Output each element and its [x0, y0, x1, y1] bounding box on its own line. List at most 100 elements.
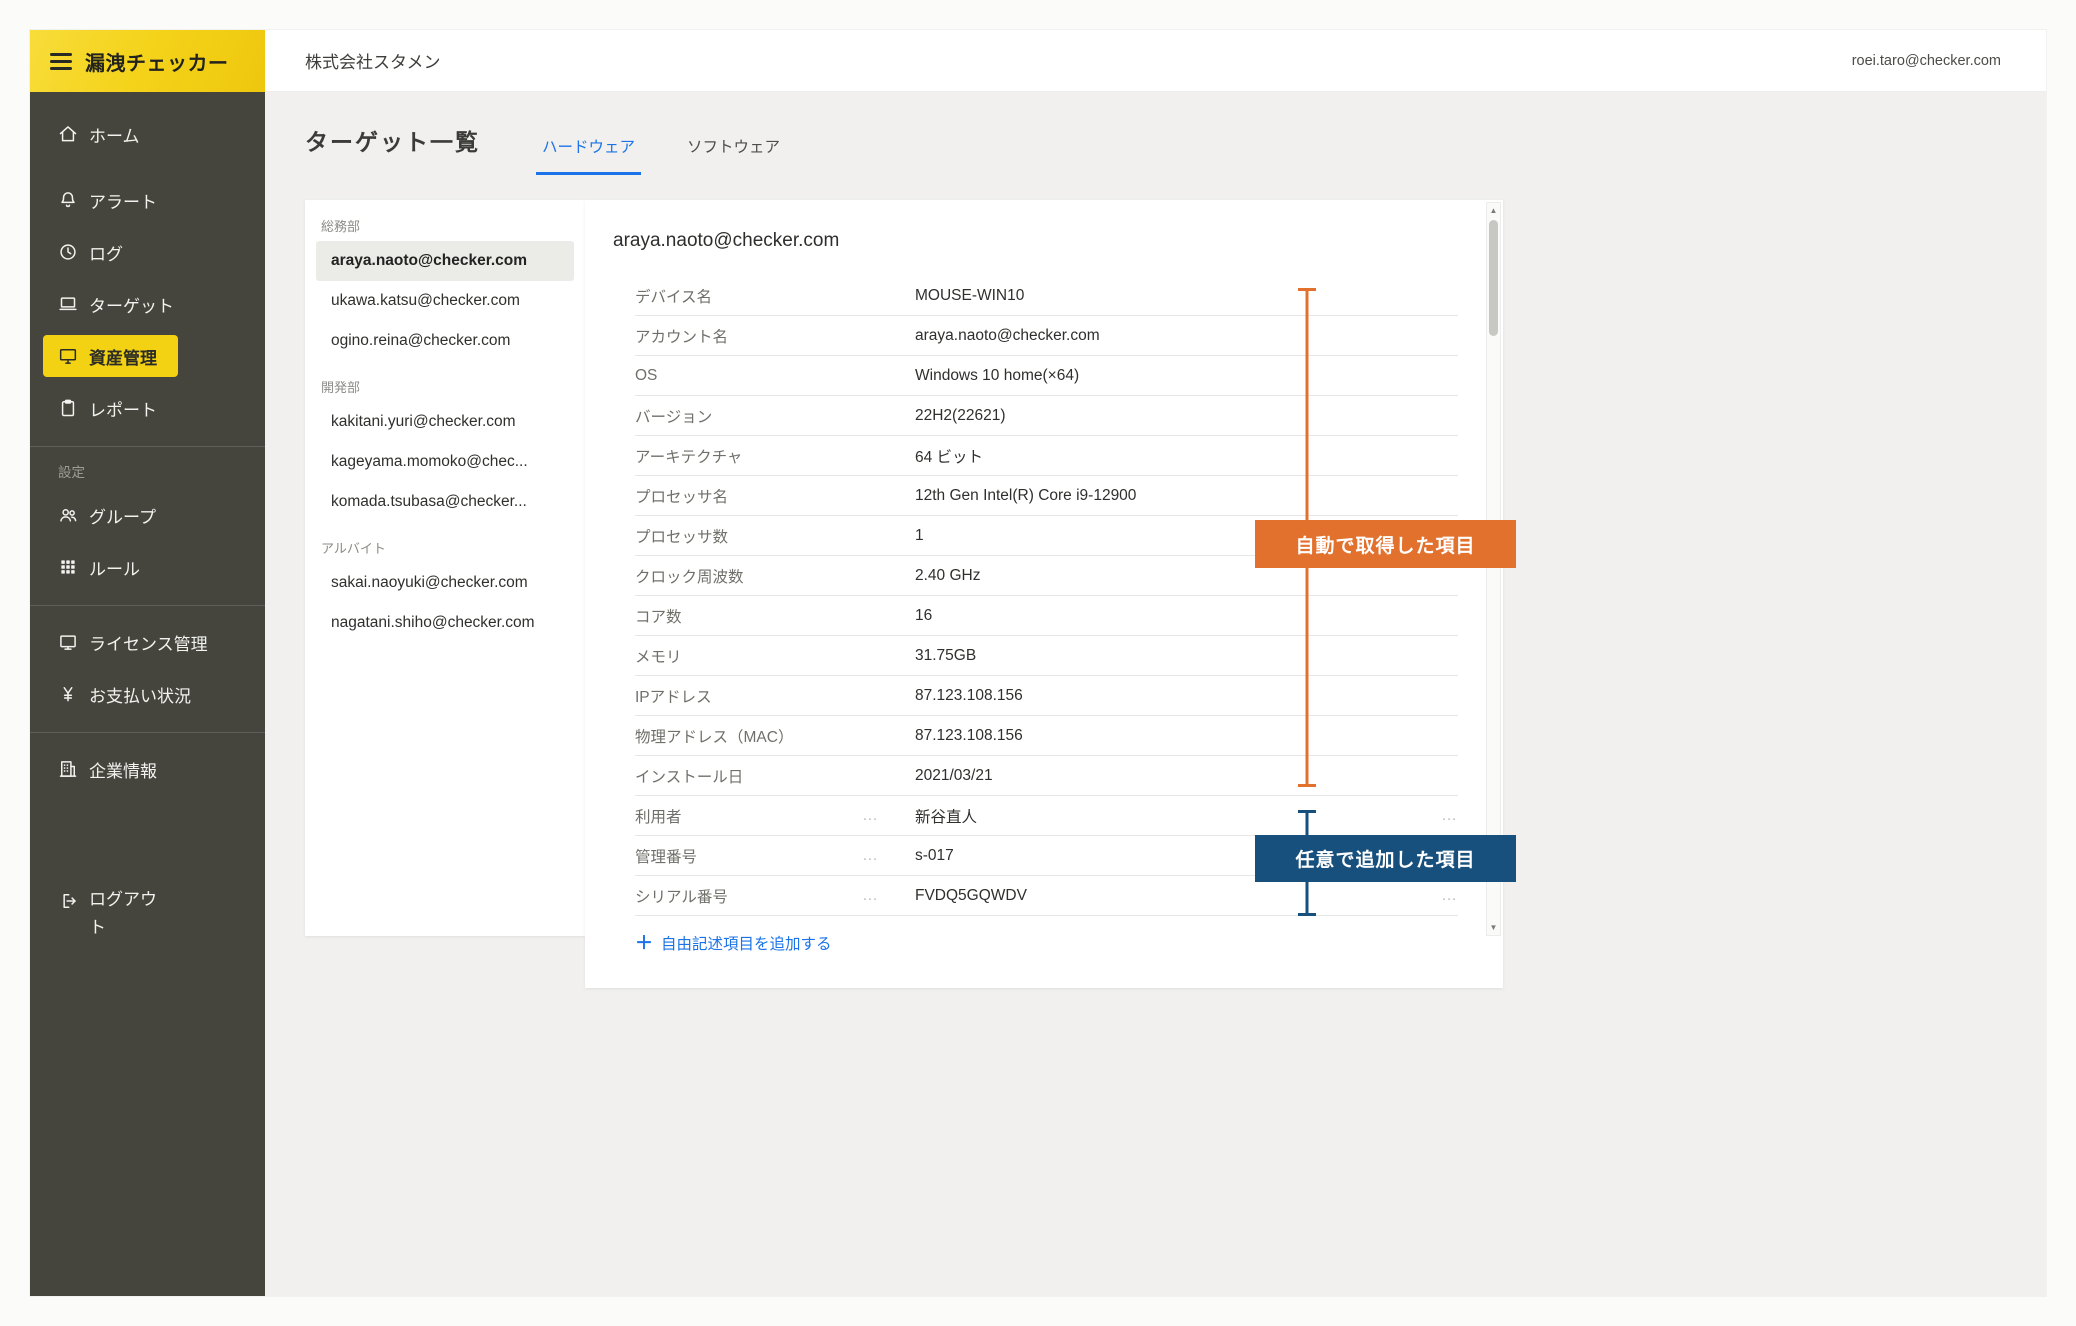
user-list-item[interactable]: sakai.naoyuki@checker.com [316, 563, 574, 603]
sidebar-item-report[interactable]: レポート [30, 382, 265, 434]
row-value: 1 [915, 527, 924, 545]
app-window: 漏洩チェッカー ホームアラートログターゲット資産管理レポート設定グループルールラ… [30, 30, 2046, 1296]
detail-row: OSWindows 10 home(×64) [635, 356, 1458, 396]
row-label: メモリ [635, 645, 915, 667]
sidebar-item-target[interactable]: ターゲット [30, 278, 265, 330]
detail-row: アーキテクチャ64 ビット [635, 436, 1458, 476]
sidebar-item-label: グループ [89, 503, 156, 528]
row-value: 新谷直人 [915, 805, 977, 827]
row-label: 物理アドレス（MAC） [635, 725, 915, 747]
user-email[interactable]: roei.taro@checker.com [1852, 53, 2001, 69]
title-row: ターゲット一覧 ハードウェアソフトウェア [305, 126, 786, 175]
tab-hardware[interactable]: ハードウェア [536, 135, 641, 175]
sidebar-item-label: アラート [89, 188, 157, 213]
user-list-item[interactable]: komada.tsubasa@checker... [316, 482, 574, 522]
sidebar-item-alert[interactable]: アラート [30, 174, 265, 226]
row-label-text: IPアドレス [635, 685, 712, 707]
tab-bar: ハードウェアソフトウェア [536, 126, 786, 175]
sidebar-item-label: ログ [89, 240, 123, 265]
sidebar-item-log[interactable]: ログ [30, 226, 265, 278]
auto-items-annotation: 自動で取得した項目 [1255, 520, 1516, 568]
hamburger-menu-icon[interactable] [50, 53, 72, 70]
sidebar-item-group[interactable]: グループ [30, 489, 265, 541]
sidebar-item-label: 資産管理 [89, 344, 157, 369]
row-label-text: メモリ [635, 645, 682, 667]
row-label-text: バージョン [635, 405, 712, 427]
row-value: 64 ビット [915, 445, 983, 467]
home-icon [58, 124, 78, 144]
sidebar-item-license-management[interactable]: ライセンス管理 [30, 616, 265, 668]
row-label-text: プロセッサ数 [635, 525, 728, 547]
sidebar-item-rule[interactable]: ルール [30, 541, 265, 593]
row-label-text: コア数 [635, 605, 682, 627]
scrollbar[interactable]: ▲ ▼ [1486, 202, 1501, 936]
laptop-icon [58, 294, 78, 314]
sidebar-item-home[interactable]: ホーム [30, 108, 265, 160]
top-header: 株式会社スタメン roei.taro@checker.com [265, 30, 2046, 92]
row-label: バージョン [635, 405, 915, 427]
row-label-menu-icon[interactable]: … [862, 808, 879, 824]
sidebar-item-logout[interactable]: ログアウト [60, 886, 163, 942]
row-label: アカウント名 [635, 325, 915, 347]
row-label: プロセッサ数 [635, 525, 915, 547]
custom-items-annotation: 任意で追加した項目 [1255, 835, 1516, 882]
clock-icon [58, 242, 78, 262]
clipboard-icon [58, 398, 78, 418]
sidebar: 漏洩チェッカー ホームアラートログターゲット資産管理レポート設定グループルールラ… [30, 30, 265, 1296]
target-user-list: 総務部 araya.naoto@checker.comukawa.katsu@ch… [305, 200, 585, 936]
scrollbar-down-icon[interactable]: ▼ [1487, 920, 1500, 935]
sidebar-item-label: ライセンス管理 [89, 630, 208, 655]
sidebar-nav: ホームアラートログターゲット資産管理レポート設定グループルールライセンス管理お支… [30, 92, 265, 795]
user-list-item[interactable]: ukawa.katsu@checker.com [316, 281, 574, 321]
sidebar-section: アラートログターゲット資産管理レポート [30, 174, 265, 434]
row-label-text: クロック周波数 [635, 565, 744, 587]
row-label: インストール日 [635, 765, 915, 787]
content-area: ターゲット一覧 ハードウェアソフトウェア 総務部 araya.naoto@chec… [265, 92, 2046, 1296]
row-label: 管理番号… [635, 845, 915, 867]
scrollbar-up-icon[interactable]: ▲ [1487, 203, 1500, 218]
row-label: デバイス名 [635, 285, 915, 307]
main-column: 株式会社スタメン roei.taro@checker.com ターゲット一覧 ハ… [265, 30, 2046, 1296]
row-value: Windows 10 home(×64) [915, 367, 1079, 385]
row-label: コア数 [635, 605, 915, 627]
detail-row: コア数 16 [635, 596, 1458, 636]
sidebar-section-heading: 設定 [30, 457, 265, 489]
row-menu-icon[interactable]: … [1429, 888, 1458, 904]
row-value: 2021/03/21 [915, 767, 993, 785]
row-label: プロセッサ名 [635, 485, 915, 507]
hardware-detail-table: デバイス名MOUSE-WIN10アカウント名araya.naoto@checke… [635, 276, 1458, 916]
sidebar-item-asset-management[interactable]: 資産管理 [43, 335, 178, 377]
row-label-text: インストール日 [635, 765, 743, 787]
row-value: 16 [915, 607, 932, 625]
detail-row: バージョン 22H2(22621) [635, 396, 1458, 436]
display-icon [58, 632, 78, 652]
sidebar-section: ライセンス管理お支払い状況 [30, 605, 265, 720]
user-list-item[interactable]: kakitani.yuri@checker.com [316, 402, 574, 442]
sidebar-item-company-info[interactable]: 企業情報 [30, 743, 265, 795]
row-label-text: シリアル番号 [635, 885, 728, 907]
detail-row: デバイス名MOUSE-WIN10 [635, 276, 1458, 316]
detail-row: メモリ31.75GB [635, 636, 1458, 676]
user-list-item[interactable]: nagatani.shiho@checker.com [316, 603, 574, 643]
row-value: 22H2(22621) [915, 407, 1005, 425]
user-group-label: 総務部 [321, 216, 569, 235]
row-label: クロック周波数 [635, 565, 915, 587]
row-label-text: アカウント名 [635, 325, 728, 347]
app-title: 漏洩チェッカー [85, 47, 229, 76]
scrollbar-thumb[interactable] [1489, 220, 1498, 336]
add-free-item-label: 自由記述項目を追加する [661, 932, 832, 954]
detail-row: シリアル番号…FVDQ5GQWDV… [635, 876, 1458, 916]
row-label-text: プロセッサ名 [635, 485, 728, 507]
add-free-item-link[interactable]: ＋ 自由記述項目を追加する [635, 932, 832, 954]
row-label-menu-icon[interactable]: … [862, 888, 879, 904]
tab-software[interactable]: ソフトウェア [681, 135, 786, 175]
monitor-icon [58, 346, 78, 366]
user-list-item[interactable]: ogino.reina@checker.com [316, 321, 574, 361]
sidebar-item-label: ターゲット [89, 292, 174, 317]
row-label-menu-icon[interactable]: … [862, 848, 879, 864]
row-value: MOUSE-WIN10 [915, 287, 1024, 305]
sidebar-item-payment-status[interactable]: お支払い状況 [30, 668, 265, 720]
user-list-item[interactable]: kageyama.momoko@chec... [316, 442, 574, 482]
row-menu-icon[interactable]: … [1429, 808, 1458, 824]
user-list-item[interactable]: araya.naoto@checker.com [316, 241, 574, 281]
